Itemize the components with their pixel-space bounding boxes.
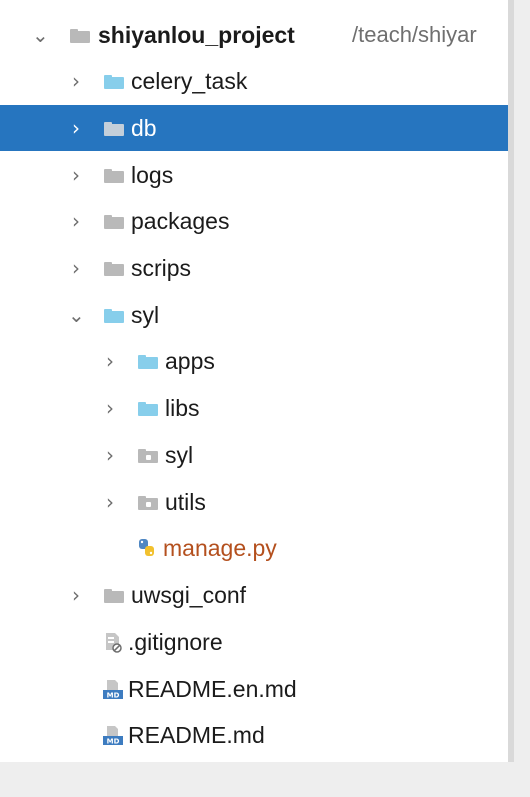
blue-folder-icon bbox=[138, 402, 158, 416]
markdown-file-icon: MD bbox=[103, 726, 123, 746]
project-tree-panel: ⌄ shiyanlou_project /teach/shiyar › cele… bbox=[0, 0, 508, 762]
vertical-scrollbar[interactable] bbox=[508, 0, 514, 762]
chevron-right-icon[interactable]: › bbox=[68, 198, 84, 244]
tree-item-label: .gitignore bbox=[128, 629, 223, 655]
tree-item-label: db bbox=[131, 115, 157, 141]
tree-item-readme[interactable]: MD README.md bbox=[0, 712, 508, 758]
project-path: /teach/shiyar bbox=[352, 22, 477, 47]
tree-item-scrips[interactable]: › scrips bbox=[0, 245, 508, 291]
chevron-right-icon[interactable]: › bbox=[68, 152, 84, 198]
chevron-right-icon[interactable]: › bbox=[102, 479, 118, 525]
tree-item-label: celery_task bbox=[131, 68, 248, 94]
tree-item-utils[interactable]: › utils bbox=[0, 479, 508, 525]
chevron-right-icon[interactable]: › bbox=[102, 338, 118, 384]
tree-item-label: README.md bbox=[128, 722, 265, 748]
tree-item-packages[interactable]: › packages bbox=[0, 198, 508, 244]
tree-item-logs[interactable]: › logs bbox=[0, 152, 508, 198]
gray-folder-icon bbox=[104, 169, 124, 183]
chevron-right-icon[interactable]: › bbox=[68, 572, 84, 618]
chevron-right-icon[interactable]: › bbox=[102, 385, 118, 431]
tree-item-label: libs bbox=[165, 395, 200, 421]
blue-folder-icon bbox=[104, 309, 124, 323]
tree-item-label: utils bbox=[165, 489, 206, 515]
chevron-right-icon[interactable]: › bbox=[68, 105, 84, 151]
gray-folder-icon bbox=[104, 589, 124, 603]
gray-folder-icon bbox=[70, 29, 90, 43]
tree-item-label: packages bbox=[131, 208, 230, 234]
blue-folder-icon bbox=[104, 75, 124, 89]
tree-item-libs[interactable]: › libs bbox=[0, 385, 508, 431]
project-name: shiyanlou_project bbox=[98, 22, 295, 48]
tree-item-label: scrips bbox=[131, 255, 192, 281]
tree-item-label: manage.py bbox=[163, 535, 277, 561]
gray-folder-icon bbox=[104, 262, 124, 276]
blue-folder-icon bbox=[138, 355, 158, 369]
tree-item-celery-task[interactable]: › celery_task bbox=[0, 58, 508, 104]
package-folder-icon bbox=[138, 449, 158, 463]
svg-text:MD: MD bbox=[107, 692, 120, 700]
chevron-right-icon[interactable]: › bbox=[102, 432, 118, 478]
svg-text:MD: MD bbox=[107, 738, 120, 746]
ignore-file-icon bbox=[106, 633, 122, 653]
tree-item-label: logs bbox=[131, 162, 174, 188]
gray-folder-icon bbox=[104, 122, 124, 136]
chevron-down-icon[interactable]: ⌄ bbox=[32, 12, 49, 58]
tree-root-row[interactable]: ⌄ shiyanlou_project /teach/shiyar bbox=[0, 12, 508, 58]
package-folder-icon bbox=[138, 496, 158, 510]
chevron-right-icon[interactable]: › bbox=[68, 245, 84, 291]
tree-item-label: README.en.md bbox=[128, 676, 297, 702]
markdown-file-icon: MD bbox=[103, 680, 123, 700]
tree-item-syl-package[interactable]: › syl bbox=[0, 432, 508, 478]
gray-folder-icon bbox=[104, 215, 124, 229]
tree-item-label: uwsgi_conf bbox=[131, 582, 247, 608]
tree-item-label: apps bbox=[165, 348, 215, 374]
tree-item-syl[interactable]: ⌄ syl bbox=[0, 292, 508, 338]
chevron-right-icon[interactable]: › bbox=[68, 58, 84, 104]
tree-item-uwsgi-conf[interactable]: › uwsgi_conf bbox=[0, 572, 508, 618]
tree-item-label: syl bbox=[131, 302, 160, 328]
tree-item-readme-en[interactable]: MD README.en.md bbox=[0, 666, 508, 712]
python-file-icon bbox=[139, 539, 154, 556]
tree-item-apps[interactable]: › apps bbox=[0, 338, 508, 384]
tree-item-gitignore[interactable]: .gitignore bbox=[0, 619, 508, 665]
chevron-down-icon[interactable]: ⌄ bbox=[68, 292, 85, 338]
tree-item-manage-py[interactable]: manage.py bbox=[0, 525, 508, 571]
tree-item-label: syl bbox=[165, 442, 194, 468]
tree-item-db[interactable]: › db bbox=[0, 105, 508, 151]
